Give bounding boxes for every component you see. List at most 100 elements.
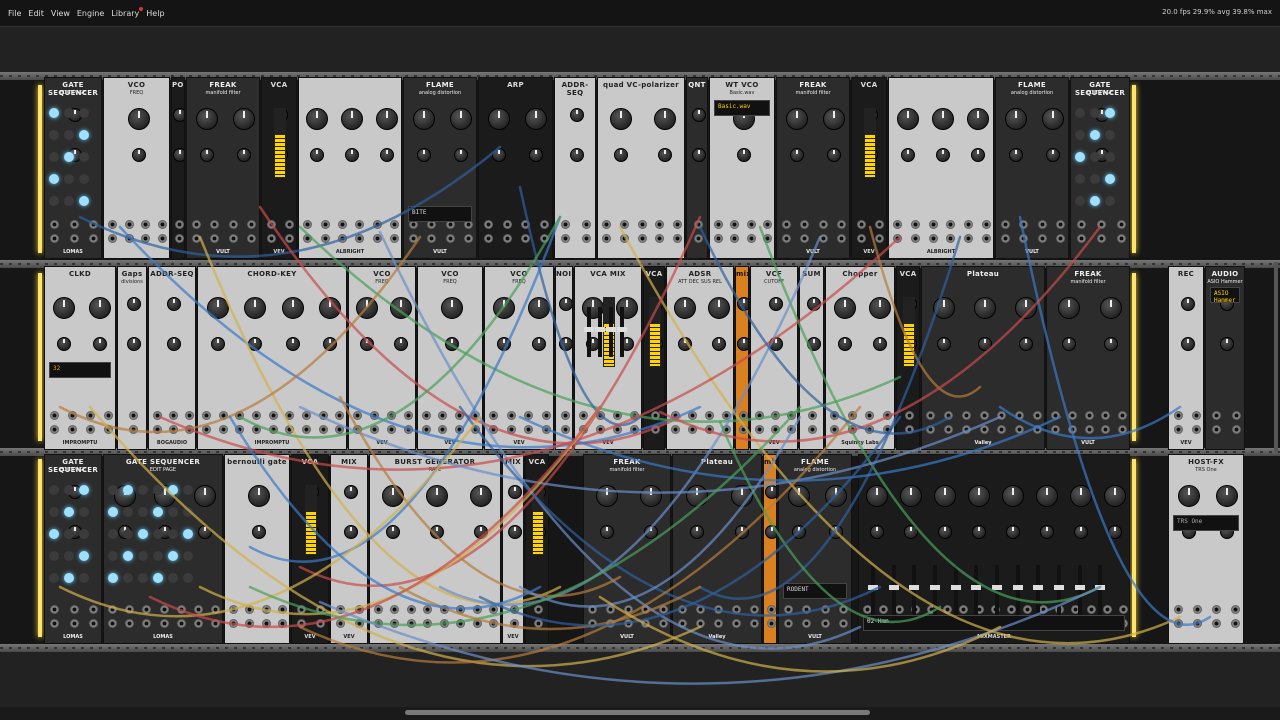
knob[interactable] (971, 148, 986, 162)
fader-slider[interactable] (595, 307, 605, 357)
knob[interactable] (194, 485, 216, 507)
cable-jack[interactable] (174, 234, 184, 243)
cable-jack[interactable] (1118, 411, 1128, 420)
knob[interactable] (1036, 485, 1058, 507)
cable-jack[interactable] (820, 605, 830, 614)
cable-jack[interactable] (964, 220, 973, 229)
module-freak-1[interactable]: FREAK manifold filter VULT (186, 77, 260, 259)
knob[interactable] (737, 337, 748, 351)
step-button[interactable] (138, 573, 148, 583)
menu-edit[interactable]: Edit (28, 9, 44, 18)
knob[interactable] (127, 337, 141, 351)
step-button[interactable] (1105, 174, 1115, 184)
cable-jack[interactable] (303, 234, 313, 243)
cable-jack[interactable] (176, 619, 186, 628)
cable-jack[interactable] (1000, 234, 1010, 243)
cable-jack[interactable] (541, 425, 551, 434)
cable-jack[interactable] (1096, 234, 1106, 243)
cable-jack[interactable] (613, 411, 622, 420)
knob[interactable] (692, 148, 706, 162)
cable-jack[interactable] (946, 220, 956, 229)
cable-jack[interactable] (619, 220, 629, 229)
cable-jack[interactable] (904, 411, 914, 420)
step-button[interactable] (64, 507, 74, 517)
cable-jack[interactable] (1086, 605, 1096, 614)
knob[interactable] (508, 485, 522, 499)
step-button[interactable] (138, 551, 148, 561)
cable-jack[interactable] (630, 425, 639, 434)
knob[interactable] (1216, 485, 1238, 507)
cable-jack[interactable] (588, 605, 598, 614)
knob[interactable] (531, 337, 546, 351)
step-button[interactable] (123, 529, 133, 539)
cable-jack[interactable] (1067, 425, 1077, 434)
fader-slider[interactable] (584, 307, 594, 357)
cable-jack[interactable] (1006, 605, 1016, 614)
cable-jack[interactable] (88, 619, 98, 628)
cable-jack[interactable] (588, 619, 598, 628)
knob[interactable] (1004, 108, 1027, 130)
knob[interactable] (614, 148, 628, 162)
module-mix-2[interactable]: MIX VEV (502, 454, 524, 644)
cable-jack[interactable] (174, 220, 184, 229)
cable-jack[interactable] (928, 234, 938, 243)
cable-jack[interactable] (641, 619, 651, 628)
cable-jack[interactable] (372, 220, 382, 229)
step-button[interactable] (49, 196, 59, 206)
cable-jack[interactable] (1076, 220, 1086, 229)
knob[interactable] (570, 108, 584, 122)
cable-jack[interactable] (1032, 425, 1042, 434)
cable-jack[interactable] (1101, 425, 1111, 434)
cable-jack[interactable] (337, 220, 347, 229)
cable-jack[interactable] (623, 605, 633, 614)
cable-jack[interactable] (730, 234, 740, 243)
cable-jack[interactable] (509, 605, 519, 614)
cable-jack[interactable] (438, 425, 448, 434)
cable-jack[interactable] (438, 411, 448, 420)
knob[interactable] (248, 337, 263, 351)
cable-jack[interactable] (142, 619, 152, 628)
knob[interactable] (559, 297, 572, 311)
cable-jack[interactable] (320, 220, 330, 229)
horizontal-scrollbar[interactable] (0, 707, 1280, 720)
cable-jack[interactable] (926, 411, 936, 420)
knob[interactable] (1041, 108, 1064, 130)
knob[interactable] (610, 108, 632, 130)
cable-jack[interactable] (336, 605, 345, 614)
module-flame-1[interactable]: FLAME analog distortion VULT BITE (403, 77, 477, 259)
knob[interactable] (737, 297, 748, 311)
knob[interactable] (824, 485, 847, 507)
knob[interactable] (1181, 297, 1195, 311)
cable-jack[interactable] (786, 411, 796, 420)
cable-jack[interactable] (540, 234, 550, 243)
step-button[interactable] (153, 485, 163, 495)
cable-jack[interactable] (946, 234, 956, 243)
module-chord-key[interactable]: CHORD-KEY IMPROMPTU (197, 266, 347, 450)
knob[interactable] (341, 108, 363, 130)
cable-jack[interactable] (641, 605, 651, 614)
cable-jack[interactable] (489, 619, 499, 628)
step-button[interactable] (123, 507, 133, 517)
knob[interactable] (375, 108, 398, 130)
knob[interactable] (453, 148, 468, 162)
cable-jack[interactable] (502, 234, 512, 243)
fader-slider[interactable] (1074, 565, 1085, 615)
knob[interactable] (487, 108, 510, 130)
cable-jack[interactable] (820, 619, 830, 628)
step-button[interactable] (168, 529, 178, 539)
cable-jack[interactable] (210, 605, 220, 614)
cable-jack[interactable] (152, 411, 162, 420)
cable-jack[interactable] (677, 605, 687, 614)
step-button[interactable] (153, 551, 163, 561)
cable-jack[interactable] (472, 619, 482, 628)
knob[interactable] (323, 337, 338, 351)
cable-jack[interactable] (808, 425, 817, 434)
knob[interactable] (173, 148, 184, 162)
cable-jack[interactable] (865, 411, 875, 420)
cable-jack[interactable] (878, 605, 888, 614)
cable-jack[interactable] (335, 425, 345, 434)
module-gate-seq-2[interactable]: GATE SEQUENCER EDIT PAGE (1070, 77, 1130, 259)
cable-jack[interactable] (770, 411, 780, 420)
cable-jack[interactable] (705, 425, 714, 434)
knob[interactable] (1074, 525, 1088, 539)
